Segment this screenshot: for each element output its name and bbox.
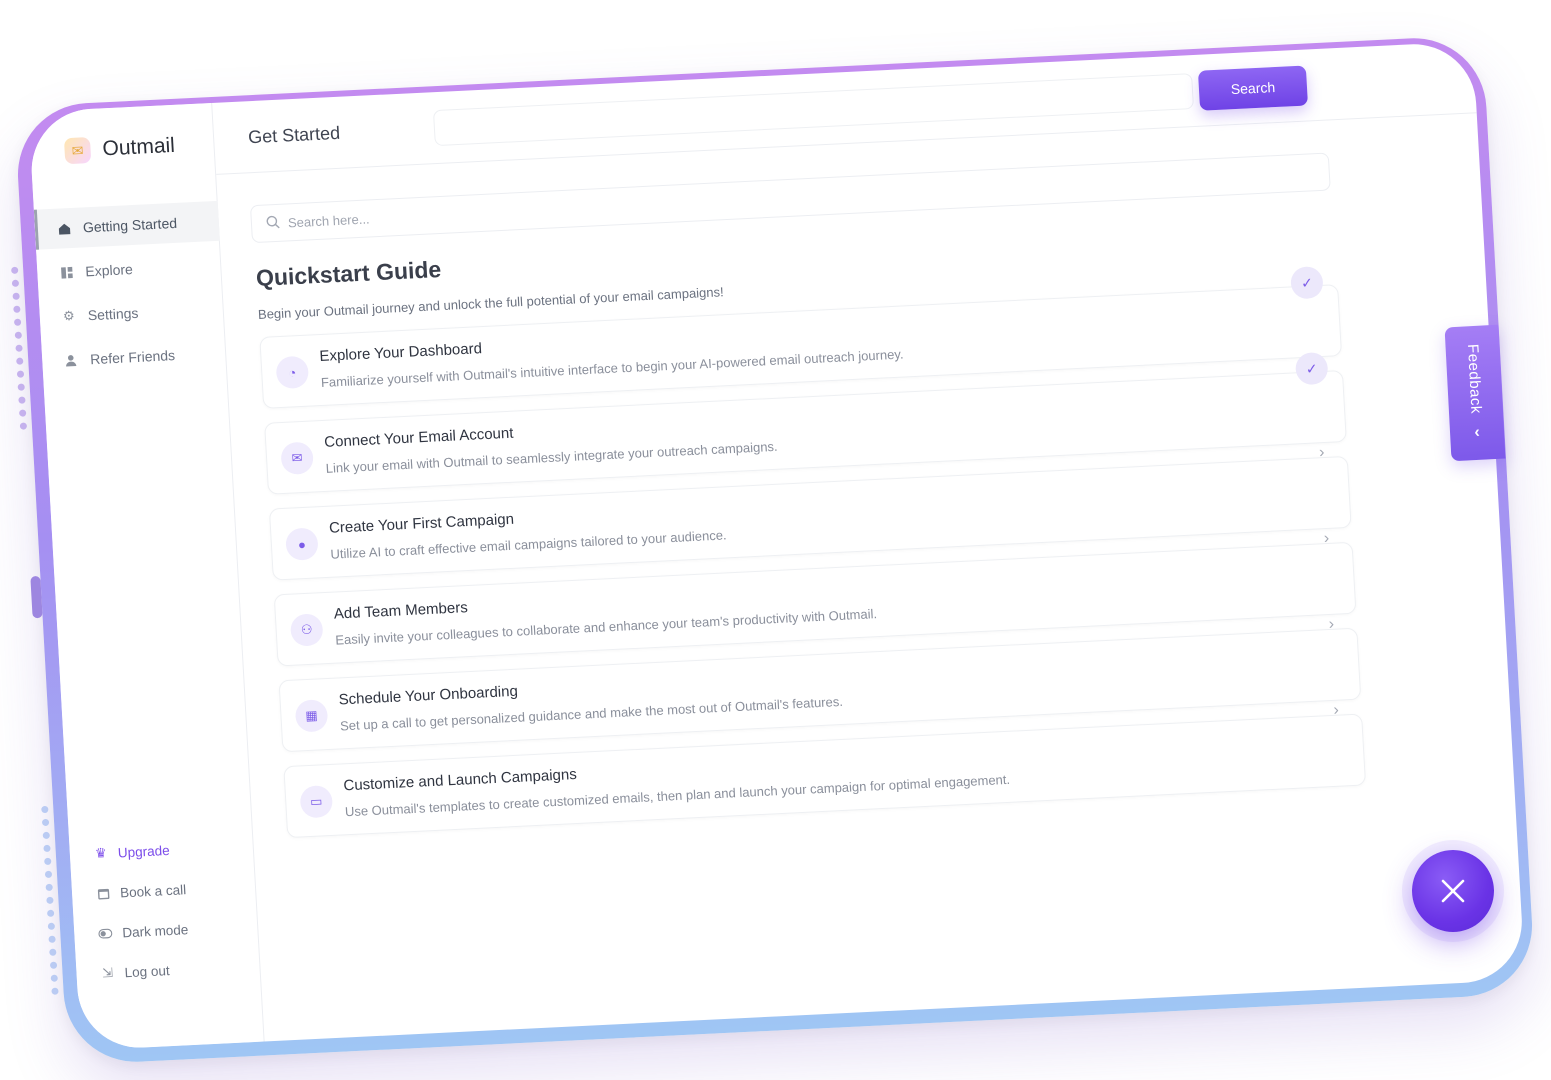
gear-icon: ⚙ <box>62 307 76 324</box>
step-title: Connect Your Email Account <box>323 424 514 451</box>
main-content: Get Started Search Quickstart Guide Begi… <box>212 41 1525 1041</box>
user-plus-icon <box>64 353 79 368</box>
envelope-icon: ✉ <box>280 441 315 475</box>
chevron-right-icon: › <box>1328 615 1335 634</box>
monitor-icon: ▭ <box>299 784 334 819</box>
step-title: Create Your First Campaign <box>328 510 515 537</box>
book-call-label: Book a call <box>119 881 187 900</box>
toggle-icon <box>98 926 113 941</box>
close-icon <box>1441 879 1465 903</box>
sidebar-item-label: Explore <box>84 261 134 280</box>
step-title: Schedule Your Onboarding <box>338 682 519 709</box>
grid-icon <box>59 265 74 280</box>
check-icon: ✓ <box>1294 351 1329 386</box>
search-box[interactable] <box>249 152 1331 244</box>
search-button[interactable]: Search <box>1197 65 1309 111</box>
mockup-scene: ✉ Outmail Getting Started Explore ⚙ Sett… <box>0 0 1551 1080</box>
sidebar-item-getting-started[interactable]: Getting Started <box>33 200 220 250</box>
envelope-logo-icon: ✉ <box>63 136 92 165</box>
guide-subtitle: Begin your Outmail journey and unlock th… <box>257 284 725 322</box>
steps-list: ✓ ◔ Explore Your Dashboard Familiarize y… <box>259 265 1367 852</box>
sidebar-item-refer-friends[interactable]: Refer Friends <box>41 333 227 382</box>
logout-icon: ⇲ <box>101 964 114 981</box>
sidebar-bottom-nav: ♛ Upgrade Book a call Dark mode ⇲ Log ou… <box>69 826 262 995</box>
search-icon <box>266 214 281 232</box>
user-icon: ● <box>285 527 319 561</box>
page-title: Get Started <box>247 122 341 148</box>
logout-label: Log out <box>124 962 170 980</box>
home-icon <box>57 221 72 236</box>
team-icon: ⚇ <box>289 613 324 647</box>
brand[interactable]: ✉ Outmail <box>63 133 176 165</box>
chevron-right-icon: › <box>1323 529 1330 548</box>
app-screen: ✉ Outmail Getting Started Explore ⚙ Sett… <box>28 41 1526 1051</box>
step-title: Customize and Launch Campaigns <box>343 765 578 795</box>
guide-title: Quickstart Guide <box>255 256 442 292</box>
sidebar-item-settings[interactable]: ⚙ Settings <box>39 289 225 338</box>
check-icon: ✓ <box>1290 265 1324 300</box>
search-input[interactable] <box>287 170 1188 230</box>
chart-pie-icon: ◔ <box>275 355 310 390</box>
calendar-icon <box>96 886 111 901</box>
crown-icon: ♛ <box>94 845 108 861</box>
sidebar-item-explore[interactable]: Explore <box>36 245 222 294</box>
sidebar-item-label: Getting Started <box>82 214 178 236</box>
calendar-icon: ▦ <box>294 699 329 733</box>
upgrade-label: Upgrade <box>117 842 171 860</box>
close-fab-button[interactable] <box>1412 850 1494 932</box>
feedback-tab[interactable]: Feedback ‹ <box>1444 324 1506 462</box>
step-title: Explore Your Dashboard <box>319 340 483 366</box>
sidebar-item-label: Refer Friends <box>89 347 176 368</box>
chevron-right-icon: › <box>1333 701 1340 719</box>
sidebar-item-label: Settings <box>87 304 139 324</box>
chevron-right-icon: › <box>1318 444 1325 462</box>
brand-name: Outmail <box>101 133 176 161</box>
sidebar-nav: Getting Started Explore ⚙ Settings Refer… <box>33 200 228 386</box>
tablet-device: ✉ Outmail Getting Started Explore ⚙ Sett… <box>11 34 1536 1066</box>
feedback-label: Feedback <box>1463 343 1485 415</box>
dark-mode-label: Dark mode <box>121 921 189 940</box>
step-title: Add Team Members <box>333 599 469 623</box>
logout-link[interactable]: ⇲ Log out <box>75 946 261 995</box>
chevron-left-icon: ‹ <box>1473 423 1481 442</box>
